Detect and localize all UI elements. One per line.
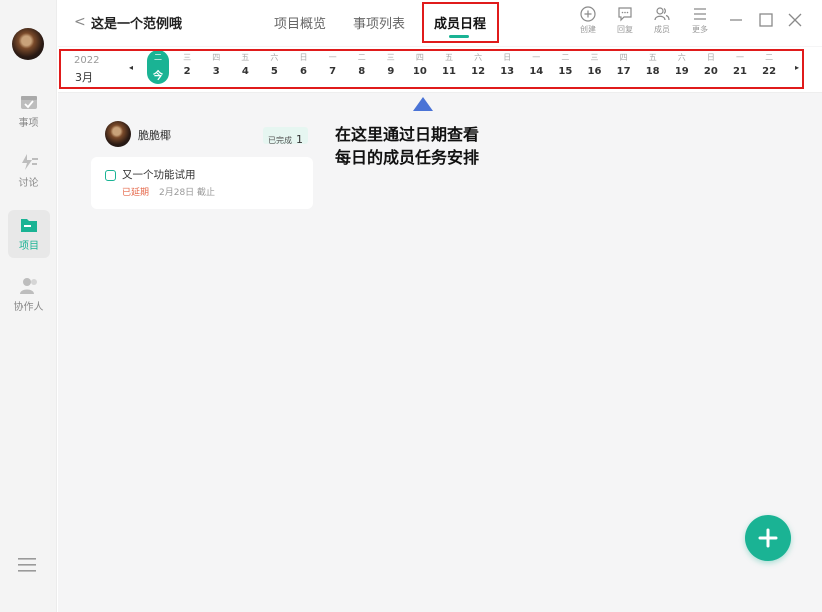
task-card[interactable]: 又一个功能试用 已延期 2月28日 截止 (91, 157, 313, 209)
done-label: 已完成 (268, 136, 292, 145)
back-icon[interactable]: < (74, 14, 86, 30)
done-badge: 已完成 1 (263, 127, 308, 146)
sidebar-item-projects[interactable]: 项目 (8, 210, 50, 258)
tab-task-list[interactable]: 事项列表 (353, 13, 405, 32)
sidebar-item-label: 协作人 (13, 302, 44, 313)
project-title: 这是一个范例哦 (91, 17, 183, 32)
members-button[interactable]: 成员 (648, 6, 676, 35)
annotation-line: 每日的成员任务安排 (335, 148, 480, 167)
close-icon[interactable] (787, 12, 803, 28)
main-area: < 这是一个范例哦 项目概览 事项列表 成员日程 创建 回复 成员 更多 202… (58, 0, 822, 612)
folder-icon (21, 219, 37, 232)
task-title: 又一个功能试用 (122, 169, 196, 181)
chat-bolt-icon (21, 154, 38, 170)
sidebar-item-discussion[interactable]: 讨论 (0, 153, 57, 203)
done-count: 1 (296, 133, 303, 146)
tab-overview[interactable]: 项目概览 (274, 13, 326, 32)
members-icon (654, 7, 670, 21)
pointer-triangle-icon (413, 97, 433, 111)
highlight-box-tab (422, 2, 499, 43)
maximize-icon[interactable] (758, 12, 774, 28)
people-icon (19, 278, 37, 294)
create-button[interactable]: 创建 (574, 6, 602, 35)
annotation-text: 在这里通过日期查看 每日的成员任务安排 (335, 123, 479, 169)
member-name: 脆脆椰 (138, 129, 171, 142)
sidebar-item-collaborators[interactable]: 协作人 (0, 277, 57, 327)
task-status-badge: 已延期 (122, 188, 150, 198)
comment-icon (618, 7, 632, 22)
header: < 这是一个范例哦 项目概览 事项列表 成员日程 创建 回复 成员 更多 (58, 0, 822, 46)
task-due-date: 2月28日 截止 (159, 188, 216, 198)
more-lines-icon (694, 8, 706, 20)
minimize-icon[interactable] (728, 12, 744, 28)
reply-button[interactable]: 回复 (611, 6, 639, 35)
task-checkbox[interactable] (105, 170, 116, 181)
user-avatar[interactable] (12, 28, 44, 60)
more-button[interactable]: 更多 (686, 6, 714, 35)
member-avatar[interactable] (105, 121, 131, 147)
add-task-button[interactable] (745, 515, 791, 561)
hamburger-icon[interactable] (18, 558, 36, 572)
plus-circle-icon (580, 6, 596, 22)
highlight-box-dates (59, 49, 804, 89)
sidebar-item-label: 讨论 (18, 178, 39, 189)
sidebar-item-label: 事项 (18, 118, 39, 129)
sidebar: 事项 讨论 项目 协作人 (0, 0, 57, 612)
calendar-check-icon (20, 96, 37, 109)
plus-icon (758, 528, 778, 548)
annotation-line: 在这里通过日期查看 (335, 125, 480, 144)
sidebar-item-tasks[interactable]: 事项 (0, 93, 57, 143)
sidebar-item-label: 项目 (19, 241, 39, 252)
